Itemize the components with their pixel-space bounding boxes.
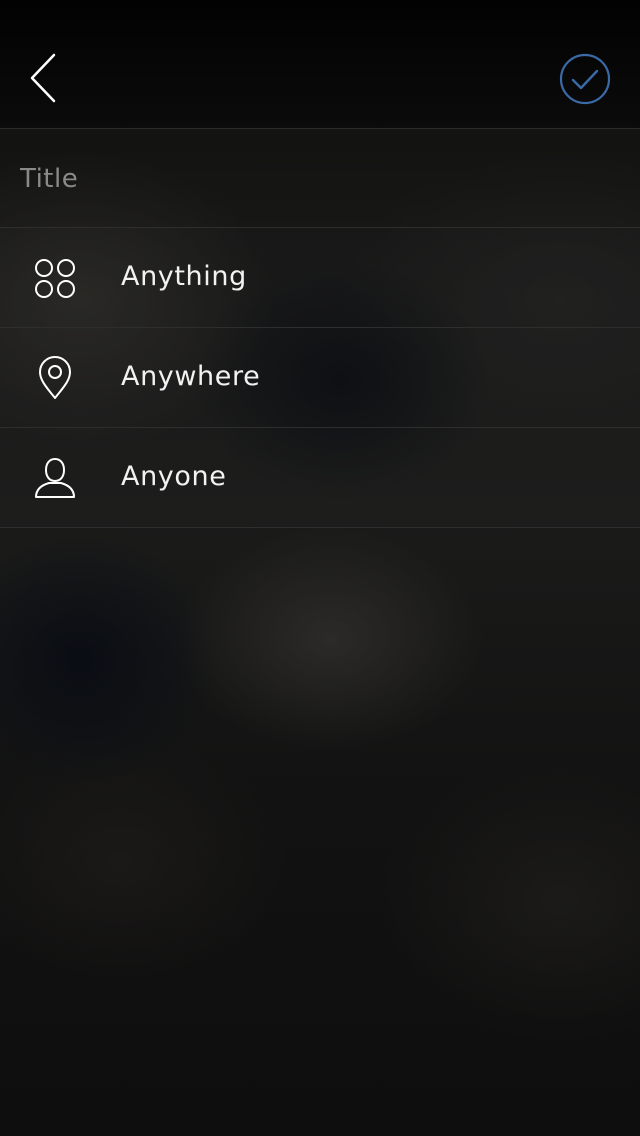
- grid-four-circles-icon: [30, 255, 80, 301]
- menu-item-anywhere[interactable]: Anywhere: [0, 328, 640, 428]
- screen: Anything Anywhere Anyone: [0, 0, 640, 1136]
- menu-item-anyone[interactable]: Anyone: [0, 428, 640, 528]
- back-button[interactable]: [20, 48, 68, 110]
- menu-item-label: Anything: [121, 261, 247, 292]
- person-icon: [30, 455, 80, 501]
- menu-item-label: Anyone: [121, 461, 227, 492]
- title-input[interactable]: [20, 159, 600, 199]
- check-circle-icon: [559, 53, 611, 105]
- menu-item-anything[interactable]: Anything: [0, 228, 640, 328]
- confirm-button[interactable]: [558, 52, 612, 106]
- chevron-left-icon: [30, 53, 56, 103]
- menu-item-label: Anywhere: [121, 361, 261, 392]
- title-row: [0, 129, 640, 228]
- location-pin-icon: [30, 355, 80, 401]
- header-bar: [0, 0, 640, 129]
